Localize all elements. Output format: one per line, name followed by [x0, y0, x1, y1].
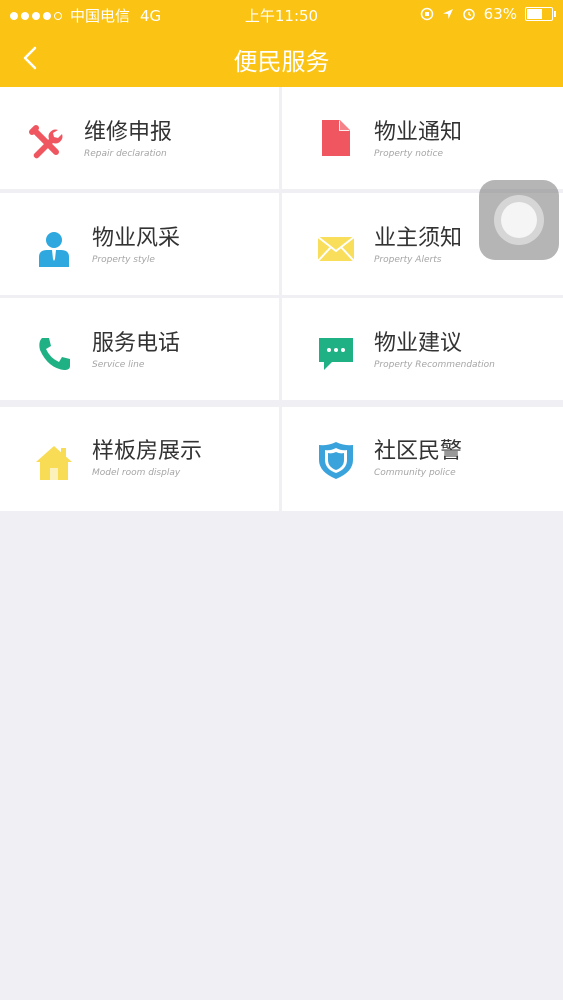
service-title: 维修申报	[84, 120, 173, 145]
page-title: 便民服务	[233, 48, 330, 76]
service-title: 物业通知	[374, 120, 463, 145]
wrench-icon	[29, 125, 63, 159]
service-model-room-display[interactable]: 样板房展示 Model room display	[0, 407, 279, 511]
location-icon	[442, 9, 453, 19]
shield-icon	[319, 442, 353, 479]
service-title: 样板房展示	[92, 439, 203, 464]
service-title: 物业建议	[374, 331, 463, 356]
chat-icon	[319, 338, 353, 370]
service-title: 物业风采	[92, 226, 181, 251]
service-text: 业主须知 Property Alerts	[374, 226, 462, 265]
service-subtitle: Property Recommendation	[374, 360, 495, 370]
service-property-style[interactable]: 物业风采 Property style	[0, 193, 279, 295]
alarm-icon	[462, 8, 475, 21]
battery-percent: 63%	[483, 5, 517, 23]
service-community-police[interactable]: 社区民警 Community police	[282, 407, 563, 511]
service-row: 样板房展示 Model room display 社区民警 Community …	[0, 407, 563, 511]
document-icon	[322, 120, 350, 156]
service-subtitle: Service line	[92, 360, 145, 370]
status-right: 63%	[420, 5, 556, 23]
orientation-lock-icon	[420, 7, 433, 21]
service-property-notice[interactable]: 物业通知 Property notice	[282, 87, 563, 189]
assistive-touch-button[interactable]	[479, 180, 559, 260]
service-text: 服务电话 Service line	[92, 331, 180, 370]
service-subtitle: Property style	[92, 255, 155, 265]
service-subtitle: Model room display	[92, 468, 181, 478]
person-icon	[39, 232, 69, 267]
house-icon	[36, 446, 72, 480]
battery-icon	[525, 7, 556, 21]
service-text: 样板房展示 Model room display	[92, 439, 202, 478]
service-row: 服务电话 Service line 物业建议 Property Recommen…	[0, 298, 563, 400]
service-service-line[interactable]: 服务电话 Service line	[0, 298, 279, 400]
service-title: 社区民警	[374, 439, 463, 464]
header-bar: 中国电信 4G 上午11:50 63% 便民服务	[0, 0, 563, 87]
service-text: 物业风采 Property style	[92, 226, 180, 265]
status-bar: 中国电信 4G 上午11:50 63%	[0, 0, 563, 30]
service-repair-declaration[interactable]: 维修申报 Repair declaration	[0, 87, 279, 189]
service-property-recommendation[interactable]: 物业建议 Property Recommendation	[282, 298, 563, 400]
service-title: 业主须知	[374, 226, 463, 251]
service-subtitle: Property notice	[374, 149, 444, 159]
service-row: 维修申报 Repair declaration 物业通知 Property no…	[0, 87, 563, 189]
service-title: 服务电话	[92, 331, 181, 356]
service-text: 物业建议 Property Recommendation	[374, 331, 495, 370]
service-subtitle: Community police	[374, 468, 456, 478]
service-text: 物业通知 Property notice	[374, 120, 462, 159]
service-subtitle: Property Alerts	[374, 255, 442, 265]
service-text: 维修申报 Repair declaration	[84, 120, 172, 159]
service-text: 社区民警 Community police	[374, 439, 462, 478]
envelope-icon	[317, 236, 355, 262]
phone-icon	[39, 338, 70, 370]
service-subtitle: Repair declaration	[84, 149, 167, 159]
